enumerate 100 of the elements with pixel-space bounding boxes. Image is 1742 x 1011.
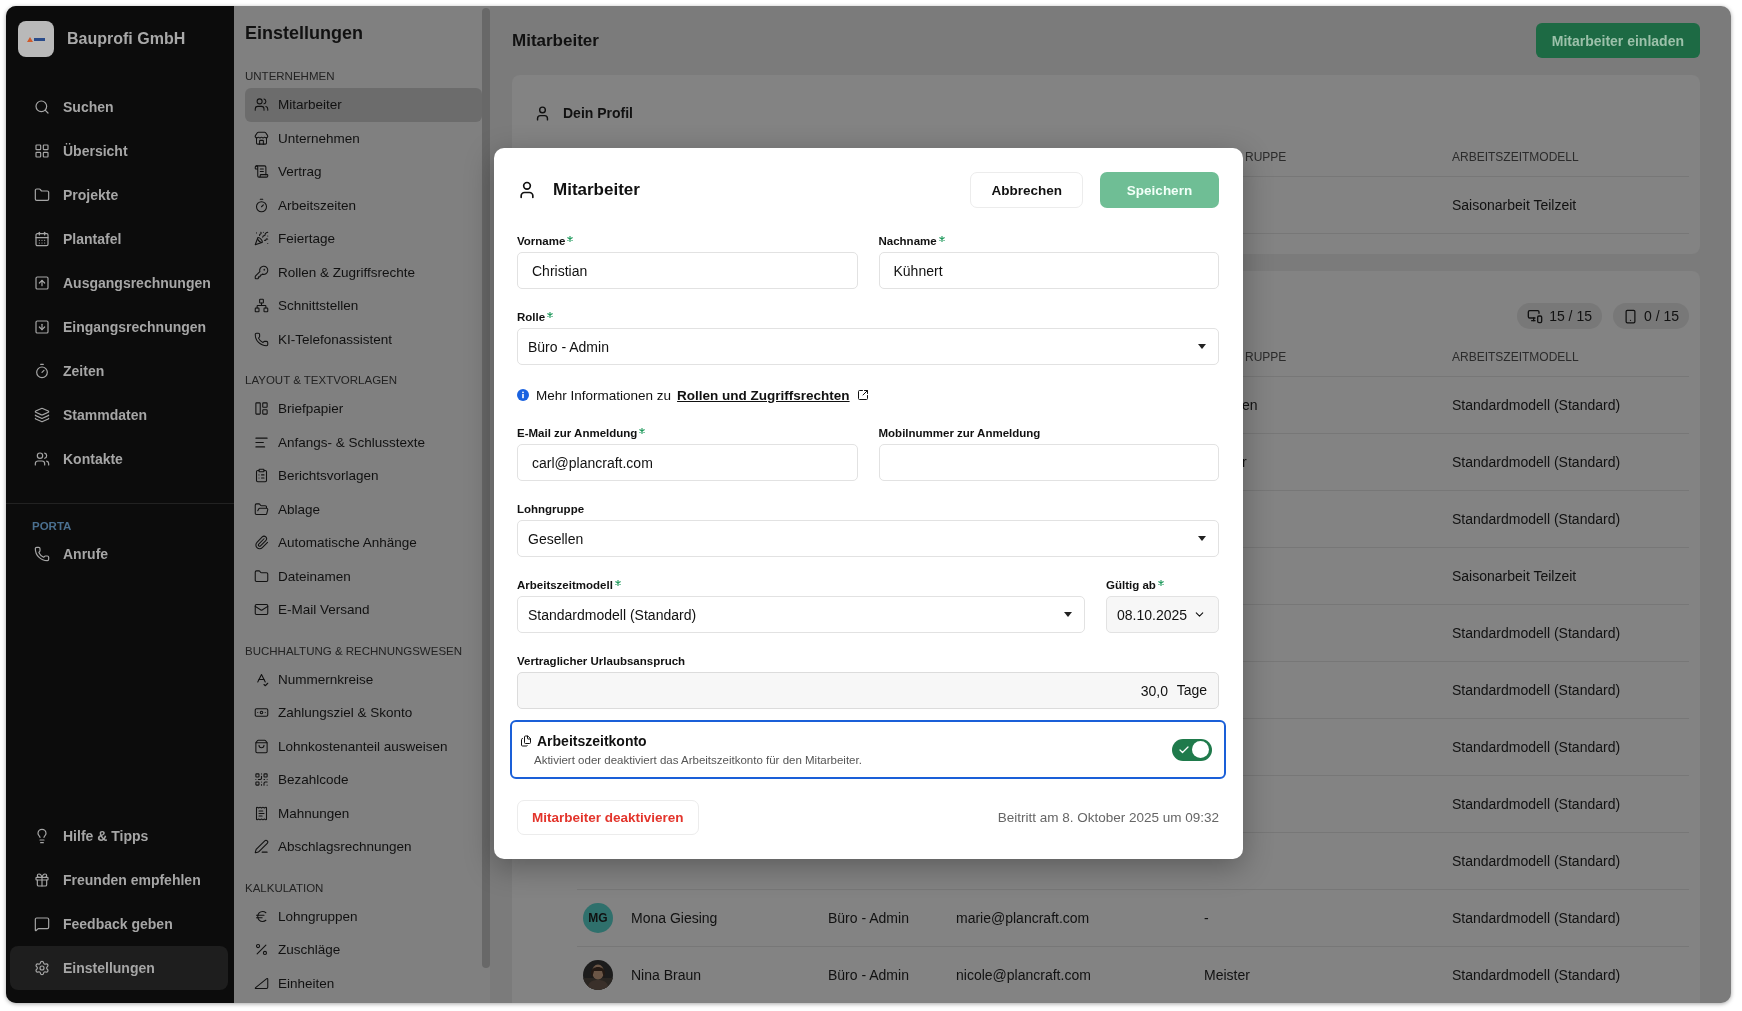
- field-label: Vorname: [517, 235, 858, 249]
- grid-icon: [34, 143, 50, 159]
- mail-icon: [254, 602, 269, 618]
- section-label: PORTA: [31, 520, 73, 532]
- folder-icon: [254, 568, 269, 584]
- search-icon: [34, 99, 50, 115]
- field-label: Vertraglicher Urlaubsanspruch: [517, 655, 687, 669]
- card-description: Aktiviert oder deaktiviert das Arbeitszeitkonto für den Mitarbeiter.: [533, 754, 862, 766]
- phone-icon: [34, 546, 50, 562]
- count-badge: 0 / 15: [1612, 303, 1689, 329]
- calendar-icon: [34, 231, 50, 247]
- pen-icon: [254, 839, 269, 855]
- scrollbar[interactable]: [482, 8, 490, 968]
- email-field[interactable]: carl@plancraft.com: [517, 444, 858, 481]
- work-model-select[interactable]: Standardmodell (Standard): [517, 596, 1085, 633]
- roles-link[interactable]: Rollen und Zugriffsrechten: [677, 387, 850, 403]
- nav-item[interactable]: Kontakte: [10, 437, 228, 481]
- table-cell-text: Saisonarbeit Teilzeit: [1452, 197, 1578, 213]
- caret-icon: [1198, 344, 1206, 349]
- percent-icon: [254, 942, 269, 958]
- folder-icon: [34, 187, 50, 203]
- network-icon: [254, 298, 269, 314]
- last-name-field[interactable]: Kühnert: [878, 252, 1219, 289]
- field-label: Gültig ab: [1106, 579, 1219, 593]
- page-title: Mitarbeiter: [512, 30, 599, 51]
- dialog-title: Mitarbeiter: [553, 180, 641, 200]
- nav-item[interactable]: Feedback geben: [10, 902, 228, 946]
- stopwatch-icon: [34, 363, 50, 379]
- square-arrow-up-icon: [34, 275, 50, 291]
- section-label: LAYOUT & TEXTVORLAGEN: [245, 373, 399, 388]
- card-title: Dein Profil: [563, 105, 633, 121]
- key-icon: [254, 264, 269, 280]
- users-icon: [34, 451, 50, 467]
- layers-icon: [34, 407, 50, 423]
- invite-button[interactable]: Mitarbeiter einladen: [1535, 23, 1700, 58]
- table-cell-text: Standardmodell (Standard): [1452, 796, 1622, 812]
- user-icon: [534, 104, 551, 122]
- company-name: Bauprofi GmbH: [67, 29, 186, 48]
- nav-item[interactable]: Zeiten: [10, 349, 228, 393]
- panel-title: Einstellungen: [245, 22, 364, 45]
- nav-item[interactable]: Übersicht: [10, 129, 228, 173]
- nav-item[interactable]: Ausgangsrechnungen: [10, 261, 228, 305]
- cancel-button[interactable]: Abbrechen: [970, 172, 1083, 208]
- table-cell-text: nicole@plancraft.com: [956, 967, 1092, 983]
- nav-item[interactable]: Stammdaten: [10, 393, 228, 437]
- table-cell-text: Standardmodell (Standard): [1452, 454, 1622, 470]
- toggle-switch[interactable]: [1172, 738, 1212, 761]
- field-label: Mobilnummer zur Anmeldung: [878, 427, 1042, 441]
- table-cell-text: Standardmodell (Standard): [1452, 397, 1622, 413]
- column-header: ARBEITSZEITMODELL: [1452, 350, 1580, 364]
- field-label: Lohngruppe: [517, 503, 586, 517]
- nav-item[interactable]: Freunden empfehlen: [10, 858, 228, 902]
- nav-item[interactable]: Suchen: [10, 85, 228, 129]
- card-title: Arbeitszeitkonto: [537, 733, 647, 749]
- nav-item[interactable]: Hilfe & Tipps: [10, 814, 228, 858]
- table-cell-text: Saisonarbeit Teilzeit: [1452, 568, 1578, 584]
- table-cell-text: en: [1241, 397, 1259, 413]
- table-cell-text: Meister: [1204, 967, 1251, 983]
- avatar: MG: [583, 903, 613, 933]
- column-header: RUPPE: [1244, 350, 1288, 364]
- nav-item[interactable]: Projekte: [10, 173, 228, 217]
- field-label: E-Mail zur Anmeldung: [517, 427, 858, 441]
- wage-group-select[interactable]: Gesellen: [517, 520, 1219, 557]
- users-icon: [254, 97, 269, 113]
- date-select[interactable]: 08.10.2025: [1106, 596, 1219, 633]
- table-cell-text: marie@plancraft.com: [956, 910, 1091, 926]
- required-icon: [547, 312, 554, 318]
- devices-icon: [1527, 308, 1544, 324]
- unit-label: Tage: [1176, 682, 1207, 698]
- nav-item[interactable]: Eingangsrechnungen: [10, 305, 228, 349]
- mobile-field[interactable]: [878, 444, 1219, 481]
- nav-item[interactable]: Einstellungen: [10, 946, 228, 990]
- table-cell-text: Standardmodell (Standard): [1452, 739, 1622, 755]
- required-icon: [1157, 580, 1164, 586]
- lines-icon: [254, 434, 269, 450]
- paperclip-icon: [254, 535, 269, 551]
- layout-icon: [254, 401, 269, 417]
- field-label: Rolle: [517, 311, 1219, 325]
- table-cell-text: Standardmodell (Standard): [1452, 511, 1622, 527]
- nav-item[interactable]: Anrufe: [10, 532, 228, 576]
- nav-item[interactable]: Plantafel: [10, 217, 228, 261]
- table-cell-text: Nina Braun: [631, 967, 703, 983]
- section-label: BUCHHALTUNG & RECHNUNGSWESEN: [245, 643, 464, 659]
- settings-item[interactable]: Mitarbeiter: [245, 88, 482, 122]
- deactivate-button[interactable]: Mitarbeiter deaktivieren: [517, 800, 699, 835]
- folder-open-icon: [254, 501, 269, 517]
- document-icon: [254, 805, 269, 821]
- square-arrow-down-icon: [34, 319, 50, 335]
- first-name-field[interactable]: Christian: [517, 252, 858, 289]
- section-label: UNTERNEHMEN: [245, 69, 336, 84]
- external-link-icon: [856, 389, 869, 401]
- field-label: Nachname: [878, 235, 1219, 249]
- role-select[interactable]: Büro - Admin: [517, 328, 1219, 365]
- table-cell-text: Mona Giesing: [631, 910, 719, 926]
- lightbulb-icon: [34, 828, 50, 844]
- stopwatch-icon: [254, 197, 269, 213]
- count-badge: 15 / 15: [1517, 303, 1602, 329]
- company-logo: [18, 20, 54, 57]
- info-text: Mehr Informationen zu Rollen und Zugriffsrechten: [536, 387, 850, 403]
- table-cell-text: Standardmodell (Standard): [1452, 682, 1622, 698]
